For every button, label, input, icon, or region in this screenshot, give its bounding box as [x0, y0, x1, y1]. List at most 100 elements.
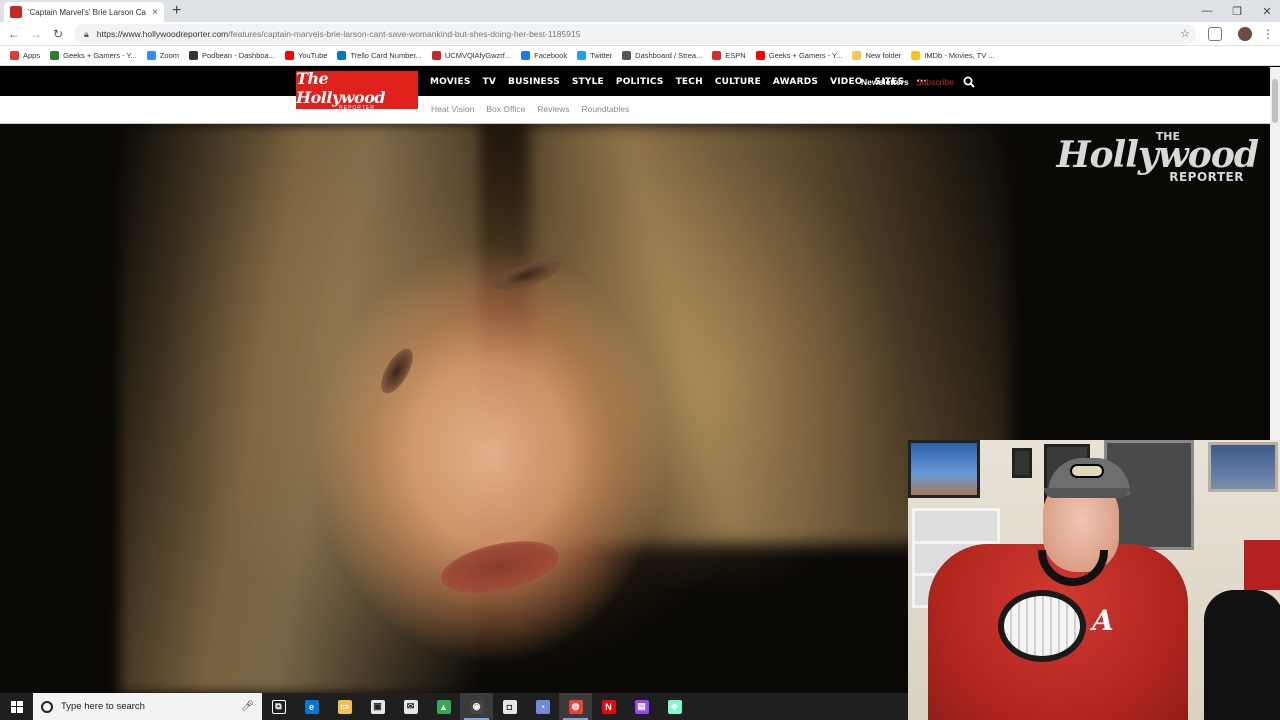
- site-top-nav: MOVIES TV BUSINESS STYLE POLITICS TECH CULTURE…: [0, 67, 1270, 96]
- bookmark-favicon-icon: [431, 51, 441, 60]
- screen: 'Captain Marvel's' Brie Larson Ca × + — …: [0, 0, 1280, 720]
- taskbar-mail-button[interactable]: ✉: [394, 693, 427, 720]
- bookmark-label: IMDb - Movies, TV ...: [924, 51, 995, 60]
- bookmark-label: YouTube: [297, 51, 328, 60]
- sub-nav-menu: Heat Vision Box Office Reviews Roundtables: [431, 104, 629, 114]
- webcam-cap-logo: [1070, 464, 1104, 478]
- bookmark-favicon-icon: [146, 51, 156, 60]
- taskbar-camera-button[interactable]: ◘: [493, 693, 526, 720]
- webcam-red-shelf: [1244, 540, 1280, 590]
- bookmark-item[interactable]: YouTube: [284, 51, 328, 60]
- sub-nav-item[interactable]: Roundtables: [582, 104, 630, 114]
- microphone-icon[interactable]: 🎤︎: [241, 701, 254, 712]
- nav-item[interactable]: BUSINESS: [508, 77, 560, 87]
- site-nav-menu: MOVIES TV BUSINESS STYLE POLITICS TECH CULTURE…: [430, 67, 927, 96]
- taskbar-task-view-button[interactable]: ⧉: [262, 693, 295, 720]
- minimize-button[interactable]: —: [1192, 0, 1222, 22]
- taskbar-twitch-button[interactable]: ▤: [625, 693, 658, 720]
- bookmark-item[interactable]: Trello Card Number...: [337, 51, 422, 60]
- nav-item[interactable]: AWARDS: [773, 77, 818, 87]
- watermark-sub: REPORTER: [1169, 170, 1244, 184]
- nav-item[interactable]: VIDEO: [830, 77, 863, 87]
- taskbar-google-drive-button[interactable]: ▲: [427, 693, 460, 720]
- bookmark-item[interactable]: Dashboard / Strea...: [622, 51, 702, 60]
- sub-nav-item[interactable]: Reviews: [537, 104, 569, 114]
- bookmark-favicon-icon: [50, 51, 60, 60]
- bookmark-favicon-icon: [521, 51, 531, 60]
- bookmark-label: Twitter: [590, 51, 613, 60]
- nav-item[interactable]: POLITICS: [616, 77, 664, 87]
- nav-item[interactable]: CULTURE: [715, 77, 761, 87]
- task-view-icon: ⧉: [271, 699, 286, 714]
- search-icon[interactable]: [963, 76, 975, 88]
- logo-title: The Hollywood: [296, 69, 386, 107]
- bookmark-favicon-icon: [10, 51, 19, 60]
- reload-icon[interactable]: ↻: [50, 26, 66, 42]
- taskbar-streamlabs-button[interactable]: ◈: [658, 693, 691, 720]
- taskbar-store-button[interactable]: ▣: [361, 693, 394, 720]
- sub-nav-item[interactable]: Heat Vision: [431, 104, 474, 114]
- site-logo[interactable]: The Hollywood REPORTER: [296, 69, 418, 111]
- newsletters-link[interactable]: Newsletters: [861, 77, 909, 87]
- browser-tab-strip: 'Captain Marvel's' Brie Larson Ca × + — …: [0, 0, 1280, 22]
- bookmark-item[interactable]: Facebook: [521, 51, 567, 60]
- taskbar-chrome-button[interactable]: ◍: [559, 693, 592, 720]
- bookmark-favicon-icon: [755, 51, 765, 60]
- nav-item[interactable]: STYLE: [572, 77, 604, 87]
- url-field[interactable]: 🔒︎ https://www.hollywoodreporter.com/fea…: [74, 24, 1196, 44]
- bookmark-label: Geeks + Gamers - Y...: [768, 51, 843, 60]
- close-tab-icon[interactable]: ×: [152, 7, 158, 18]
- bookmark-item[interactable]: Apps: [10, 51, 40, 60]
- new-tab-button[interactable]: +: [172, 2, 181, 20]
- bookmark-favicon-icon: [852, 51, 862, 60]
- tab-title: 'Captain Marvel's' Brie Larson Ca: [28, 7, 146, 17]
- store-icon: ▣: [370, 699, 385, 714]
- bookmark-label: UCMVQlAfyGwzrf...: [444, 51, 512, 60]
- camera-icon: ◘: [502, 699, 517, 714]
- windows-taskbar: Type here to search 🎤︎ ⧉ e ▭ ▣ ✉ ▲ ◉ ◘ ◔ ◍ N ▤ ◈: [0, 693, 908, 720]
- logo-subtitle: REPORTER: [339, 105, 375, 111]
- nav-item[interactable]: MOVIES: [430, 77, 471, 87]
- taskbar-search-box[interactable]: Type here to search 🎤︎: [33, 693, 262, 720]
- taskbar-file-explorer-button[interactable]: ▭: [328, 693, 361, 720]
- bookmark-item[interactable]: New folder: [852, 51, 901, 60]
- search-placeholder: Type here to search: [61, 701, 145, 712]
- subscribe-link[interactable]: Subscribe: [916, 77, 954, 87]
- sub-nav-item[interactable]: Box Office: [486, 104, 525, 114]
- bookmark-item[interactable]: Podbean - Dashboa...: [189, 51, 275, 60]
- extension-icon[interactable]: [1208, 27, 1222, 41]
- bookmark-star-icon[interactable]: ☆: [1180, 27, 1190, 40]
- taskbar-obs-button[interactable]: ◉: [460, 693, 493, 720]
- mail-icon: ✉: [403, 699, 418, 714]
- bookmark-item[interactable]: Geeks + Gamers - Y...: [50, 51, 137, 60]
- bookmark-item[interactable]: Twitter: [577, 51, 612, 60]
- start-button[interactable]: [0, 693, 33, 720]
- bookmark-label: Facebook: [534, 51, 568, 60]
- taskbar-discord-button[interactable]: ◔: [526, 693, 559, 720]
- bookmark-item[interactable]: ESPN: [712, 51, 746, 60]
- bookmark-item[interactable]: Zoom: [146, 51, 179, 60]
- microphone: [998, 590, 1086, 662]
- bookmark-item[interactable]: UCMVQlAfyGwzrf...: [431, 51, 512, 60]
- taskbar-edge-button[interactable]: e: [295, 693, 328, 720]
- profile-avatar-icon[interactable]: [1238, 27, 1252, 41]
- maximize-button[interactable]: ❐: [1222, 0, 1252, 22]
- browser-tab[interactable]: 'Captain Marvel's' Brie Larson Ca ×: [4, 2, 164, 22]
- bookmark-label: Dashboard / Strea...: [635, 51, 703, 60]
- back-arrow-icon[interactable]: ←: [6, 26, 22, 42]
- taskbar-netflix-button[interactable]: N: [592, 693, 625, 720]
- forward-arrow-icon[interactable]: →: [28, 26, 44, 42]
- bookmark-label: Apps: [23, 51, 41, 60]
- chrome-icon: ◍: [568, 699, 583, 714]
- bookmark-item[interactable]: Geeks + Gamers - Y...: [755, 51, 843, 60]
- twitch-icon: ▤: [634, 699, 649, 714]
- window-close-button[interactable]: ✕: [1252, 0, 1280, 22]
- scrollbar-thumb[interactable]: [1272, 79, 1278, 123]
- bookmark-item[interactable]: IMDb - Movies, TV ...: [911, 51, 995, 60]
- bookmark-label: Geeks + Gamers - Y...: [63, 51, 137, 60]
- nav-item[interactable]: TECH: [676, 77, 703, 87]
- menu-dots-icon[interactable]: ⋮: [1260, 26, 1276, 42]
- streamlabs-icon: ◈: [667, 699, 682, 714]
- webcam-tv: [908, 440, 980, 498]
- nav-item[interactable]: TV: [483, 77, 497, 87]
